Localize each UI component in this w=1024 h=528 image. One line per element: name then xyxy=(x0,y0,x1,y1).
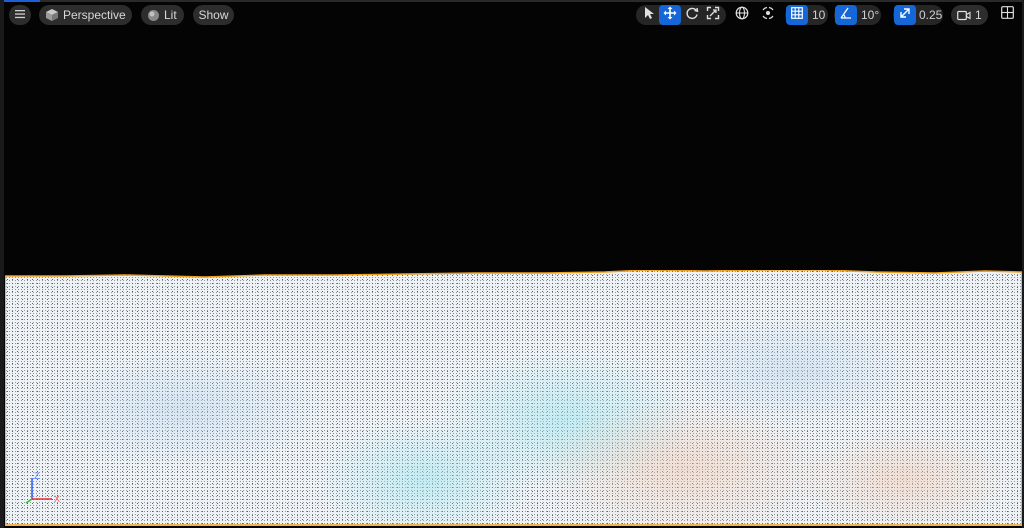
level-viewport[interactable]: Z X Perspective Lit Show 10 10° 0.25 1 xyxy=(0,0,1024,528)
axis-gizmo: Z X xyxy=(22,470,66,506)
cursor-icon xyxy=(643,6,655,25)
cube-icon xyxy=(45,8,59,22)
scale-snap-toggle[interactable] xyxy=(894,5,916,25)
y-axis-line xyxy=(25,498,33,504)
viewport-top-border xyxy=(0,0,1024,2)
scale-tool-button[interactable] xyxy=(702,5,724,25)
grid-snap-value[interactable]: 10 xyxy=(812,5,825,25)
scale-snap-icon xyxy=(899,6,911,24)
viewport-layout-icon xyxy=(1000,6,1014,24)
viewport-menu-button[interactable] xyxy=(9,5,31,25)
x-axis-label: X xyxy=(54,494,60,504)
point-cloud-ground[interactable] xyxy=(5,270,1022,526)
lighting-mode-dropdown[interactable]: Lit xyxy=(141,5,184,25)
view-mode-dropdown[interactable]: Perspective xyxy=(39,5,132,25)
rotation-snap-value[interactable]: 10° xyxy=(861,5,879,25)
camera-speed-button[interactable]: 1 xyxy=(951,5,988,25)
z-axis-label: Z xyxy=(34,471,40,481)
surface-snap-icon xyxy=(761,6,775,25)
show-flags-dropdown[interactable]: Show xyxy=(193,5,234,25)
show-label: Show xyxy=(198,8,229,22)
camera-speed-value: 1 xyxy=(975,8,982,22)
sphere-icon xyxy=(147,9,160,22)
grid-snap-toggle[interactable] xyxy=(786,5,808,25)
rotation-snap-toggle[interactable] xyxy=(835,5,857,25)
move-arrows-icon xyxy=(663,6,677,25)
camera-icon xyxy=(957,10,971,21)
view-mode-label: Perspective xyxy=(63,8,126,22)
globe-icon xyxy=(735,6,749,25)
grid-icon xyxy=(791,6,803,24)
hamburger-menu-icon xyxy=(14,5,26,25)
scale-icon xyxy=(706,6,720,25)
viewport-layout-button[interactable] xyxy=(996,5,1018,25)
select-tool-button[interactable] xyxy=(638,5,660,25)
rotate-icon xyxy=(685,6,699,25)
translate-tool-button[interactable] xyxy=(659,5,681,25)
lighting-mode-label: Lit xyxy=(164,8,177,22)
scale-snap-value[interactable]: 0.25 xyxy=(919,5,942,25)
angle-icon xyxy=(840,6,852,24)
surface-snap-button[interactable] xyxy=(757,5,779,25)
coordinate-space-button[interactable] xyxy=(731,5,753,25)
rotate-tool-button[interactable] xyxy=(681,5,703,25)
viewport-toolbar: Perspective Lit Show 10 10° 0.25 1 xyxy=(0,4,1024,28)
viewport-left-border xyxy=(0,0,4,528)
